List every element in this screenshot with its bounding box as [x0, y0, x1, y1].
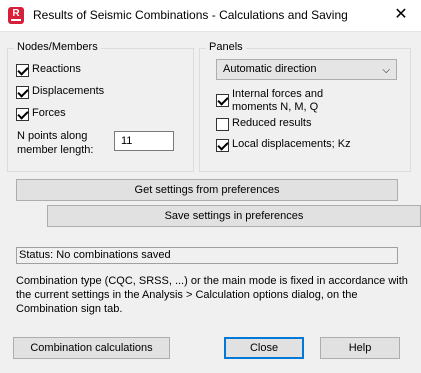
title-bar: R Results of Seismic Combinations - Calc…: [0, 0, 421, 31]
reactions-checkbox[interactable]: [16, 64, 29, 77]
forces-label: Forces: [32, 107, 66, 119]
reduced-results-checkbox[interactable]: [216, 118, 229, 131]
n-points-label-line2: member length:: [17, 144, 94, 156]
help-button[interactable]: Help: [320, 337, 400, 359]
dialog-client-area: Nodes/Members Reactions Displacements Fo…: [0, 31, 421, 373]
internal-forces-checkbox[interactable]: [216, 94, 229, 107]
combination-calculations-button[interactable]: Combination calculations: [13, 337, 170, 359]
direction-select-value: Automatic direction: [223, 63, 317, 75]
get-settings-button[interactable]: Get settings from preferences: [16, 179, 398, 201]
nodes-members-group-label: Nodes/Members: [14, 41, 101, 53]
panels-group-label: Panels: [206, 41, 246, 53]
internal-forces-label: Internal forces and: [232, 88, 324, 100]
n-points-label: N points along: [17, 130, 88, 142]
displacements-checkbox[interactable]: [16, 86, 29, 99]
internal-forces-label-line2: moments N, M, Q: [232, 101, 319, 113]
forces-checkbox[interactable]: [16, 108, 29, 121]
n-points-input[interactable]: 11: [114, 131, 174, 151]
save-settings-button[interactable]: Save settings in preferences: [47, 205, 421, 227]
chevron-down-icon: ⌵: [382, 65, 390, 76]
local-displacements-checkbox[interactable]: [216, 139, 229, 152]
close-icon[interactable]: ✕: [391, 5, 411, 25]
app-logo-icon: R: [8, 7, 24, 24]
window-title: Results of Seismic Combinations - Calcul…: [33, 8, 348, 22]
displacements-label: Displacements: [32, 85, 105, 97]
direction-select[interactable]: Automatic direction ⌵: [216, 59, 397, 80]
combination-note: Combination type (CQC, SRSS, ...) or the…: [16, 275, 408, 315]
reactions-label: Reactions: [32, 63, 81, 75]
status-field: Status: No combinations saved: [16, 247, 398, 264]
reduced-results-label: Reduced results: [232, 117, 312, 129]
local-displacements-label: Local displacements; Kz: [232, 138, 351, 150]
close-button[interactable]: Close: [224, 337, 304, 359]
